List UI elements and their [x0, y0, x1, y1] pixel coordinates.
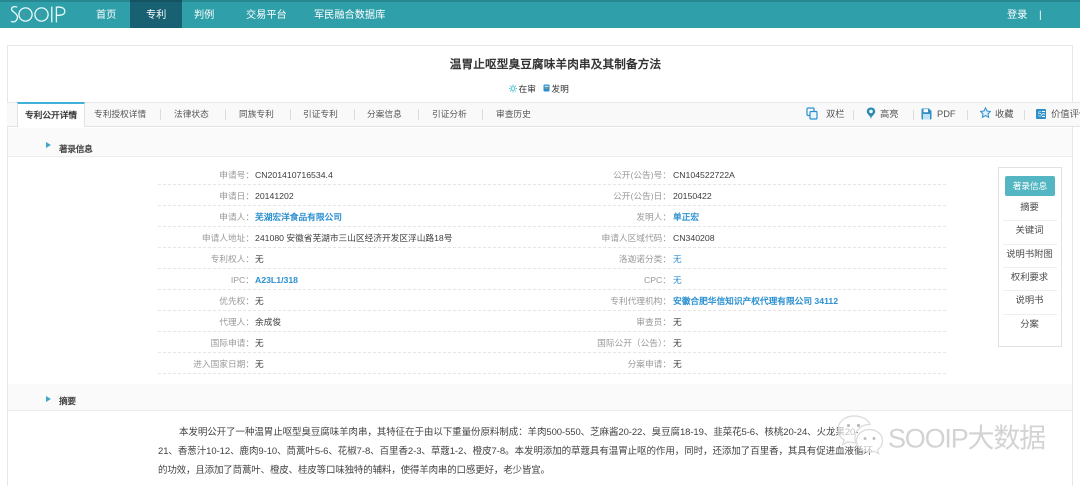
- svg-text:5: 5: [1038, 112, 1042, 119]
- svg-text:SOOIP大数据: SOOIP大数据: [888, 424, 1045, 454]
